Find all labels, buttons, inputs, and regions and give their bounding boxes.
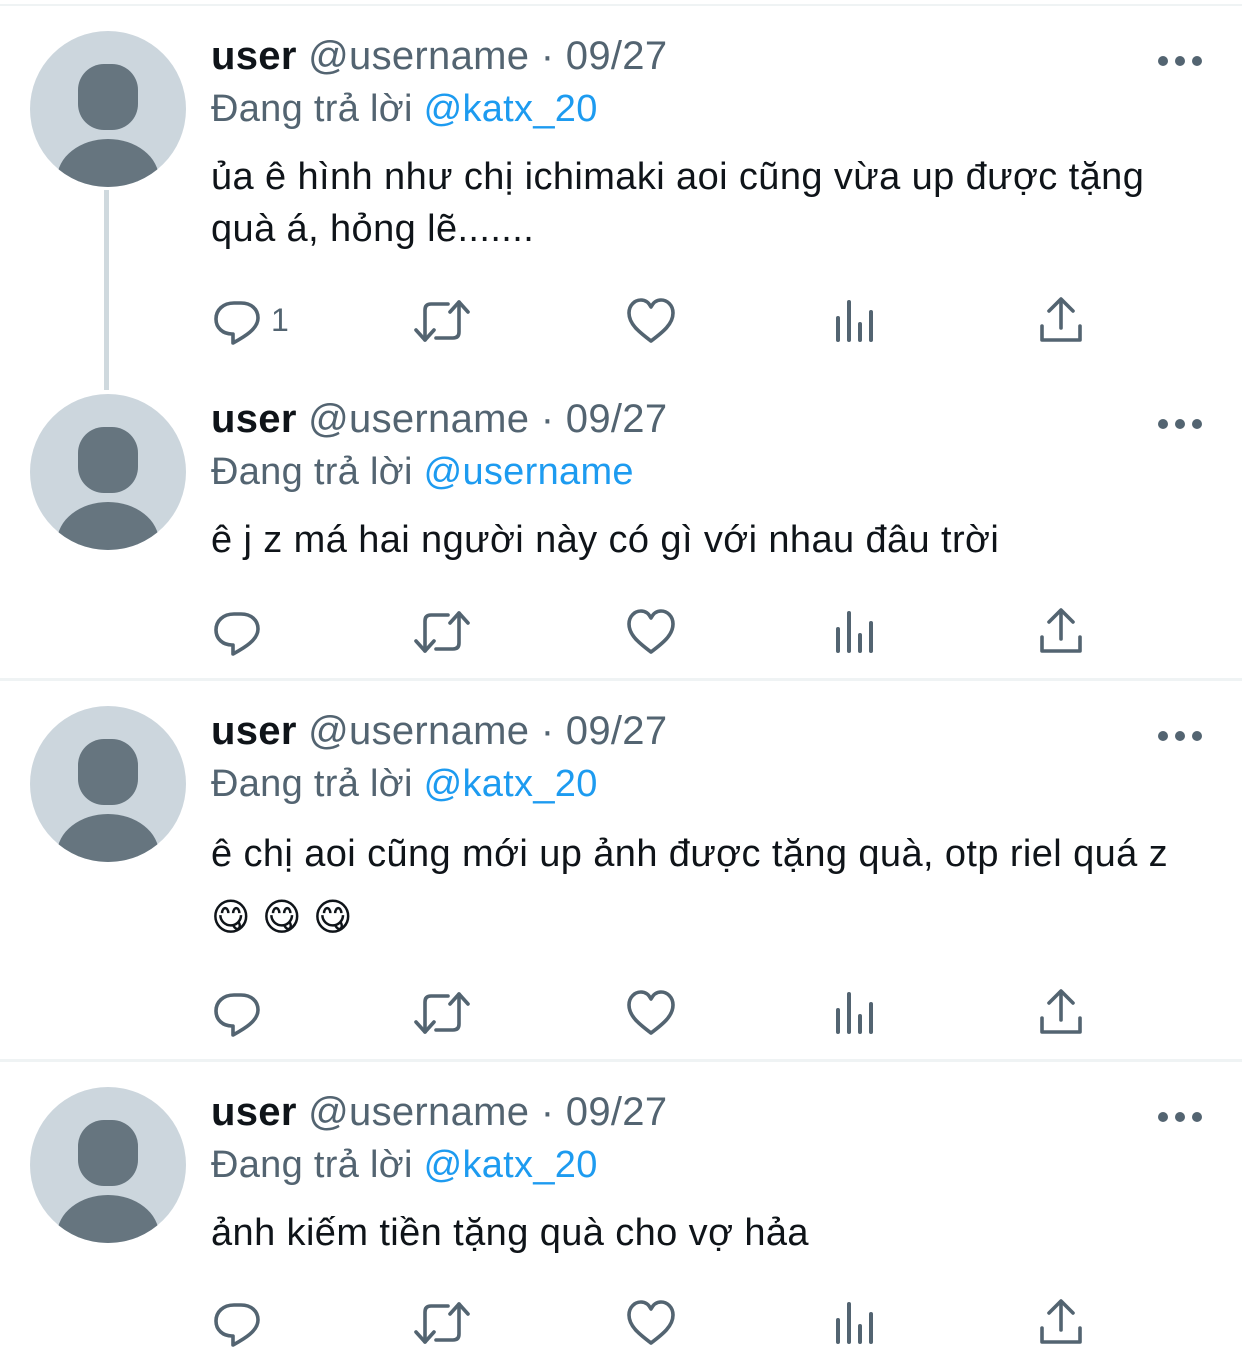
mention-link[interactable]: @katx_20 — [424, 763, 598, 805]
replying-prefix: Đang trả lời — [211, 88, 413, 130]
separator: · — [540, 1090, 555, 1134]
more-icon[interactable] — [1158, 1112, 1202, 1124]
avatar[interactable] — [30, 394, 186, 550]
user-handle[interactable]: @username — [308, 709, 529, 753]
display-name[interactable]: user — [211, 1090, 297, 1134]
display-name[interactable]: user — [211, 397, 297, 441]
divider — [0, 1059, 1242, 1062]
mention-link[interactable]: @username — [424, 451, 634, 493]
like-icon[interactable] — [626, 296, 676, 346]
views-icon[interactable] — [834, 607, 878, 657]
display-name[interactable]: user — [211, 34, 297, 78]
user-handle[interactable]: @username — [308, 1090, 529, 1134]
divider — [0, 678, 1242, 681]
views-icon[interactable] — [834, 296, 878, 346]
separator: · — [540, 709, 555, 753]
tweet-actions — [0, 1298, 1242, 1348]
retweet-icon[interactable] — [412, 988, 472, 1038]
tweet-header: user @username · 09/27 — [211, 1085, 667, 1139]
retweet-icon[interactable] — [412, 607, 472, 657]
avatar[interactable] — [30, 1087, 186, 1243]
tweet-text: ê chị aoi cũng mới up ảnh được tặng quà,… — [211, 833, 1169, 939]
retweet-icon[interactable] — [412, 296, 472, 346]
replying-to: Đang trả lời @username — [211, 446, 634, 498]
user-handle[interactable]: @username — [308, 34, 529, 78]
display-name[interactable]: user — [211, 709, 297, 753]
replying-prefix: Đang trả lời — [211, 451, 413, 493]
tweet-date[interactable]: 09/27 — [566, 34, 668, 78]
replying-prefix: Đang trả lời — [211, 763, 413, 805]
tweet-date[interactable]: 09/27 — [566, 1090, 668, 1134]
tweet-text: ảnh kiếm tiền tặng quà cho vợ hảa — [211, 1212, 809, 1254]
views-icon[interactable] — [834, 988, 878, 1038]
replying-to: Đang trả lời @katx_20 — [211, 1139, 598, 1191]
avatar[interactable] — [30, 706, 186, 862]
share-icon[interactable] — [1038, 988, 1084, 1038]
tweet-actions — [0, 988, 1242, 1038]
avatar[interactable] — [30, 31, 186, 187]
tweet-date[interactable]: 09/27 — [566, 397, 668, 441]
tweet-header: user @username · 09/27 — [211, 704, 667, 758]
tweet-actions — [0, 607, 1242, 657]
replying-to: Đang trả lời @katx_20 — [211, 83, 598, 135]
more-icon[interactable] — [1158, 56, 1202, 68]
reply-icon[interactable] — [213, 1298, 263, 1348]
reply-count: 1 — [271, 302, 289, 338]
mention-link[interactable]: @katx_20 — [424, 1144, 598, 1186]
like-icon[interactable] — [626, 607, 676, 657]
tweet-actions: 1 — [0, 296, 1242, 346]
thread-connector-line — [104, 190, 109, 390]
more-icon[interactable] — [1158, 731, 1202, 743]
replying-prefix: Đang trả lời — [211, 1144, 413, 1186]
user-handle[interactable]: @username — [308, 397, 529, 441]
like-icon[interactable] — [626, 988, 676, 1038]
mention-link[interactable]: @katx_20 — [424, 88, 598, 130]
tweet-text: ủa ê hình như chị ichimaki aoi cũng vừa … — [211, 156, 1145, 250]
share-icon[interactable] — [1038, 1298, 1084, 1348]
tweet-header: user @username · 09/27 — [211, 29, 667, 83]
replying-to: Đang trả lời @katx_20 — [211, 758, 598, 810]
separator: · — [540, 34, 555, 78]
like-icon[interactable] — [626, 1298, 676, 1348]
top-divider — [0, 4, 1242, 6]
share-icon[interactable] — [1038, 296, 1084, 346]
share-icon[interactable] — [1038, 607, 1084, 657]
reply-icon[interactable] — [213, 988, 263, 1038]
tweet-date[interactable]: 09/27 — [566, 709, 668, 753]
reply-icon[interactable]: 1 — [213, 296, 289, 346]
separator: · — [540, 397, 555, 441]
reply-icon[interactable] — [213, 607, 263, 657]
tweet-header: user @username · 09/27 — [211, 392, 667, 446]
retweet-icon[interactable] — [412, 1298, 472, 1348]
views-icon[interactable] — [834, 1298, 878, 1348]
more-icon[interactable] — [1158, 419, 1202, 431]
tweet-text: ê j z má hai người này có gì với nhau đâ… — [211, 519, 1000, 561]
